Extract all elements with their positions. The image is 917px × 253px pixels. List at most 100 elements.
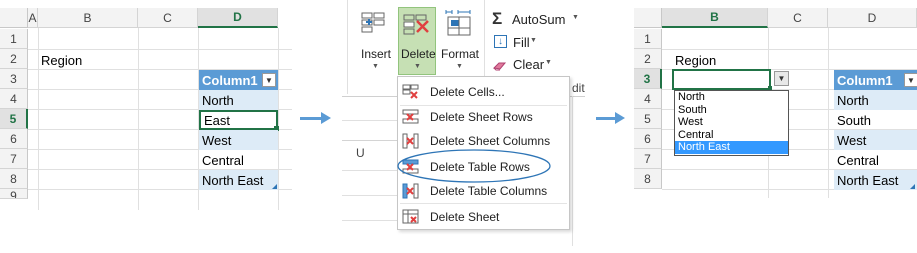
filter-dropdown-icon[interactable]: ▼ [262,73,276,87]
menu-item-delete-sheet-rows[interactable]: Delete Sheet Rows [398,105,569,129]
delete-cells-icon [402,12,432,38]
table-cell[interactable]: North [834,90,917,110]
validation-option[interactable]: North [675,91,788,104]
grid-line [342,120,397,121]
select-all-corner[interactable] [634,8,662,28]
col-header-c[interactable]: C [138,8,198,28]
col-header-d[interactable]: D [198,8,278,28]
grid-line [342,195,397,196]
row-header-4[interactable]: 4 [0,89,28,109]
table-resize-handle[interactable] [272,184,277,189]
grid-line [342,220,397,221]
menu-separator [400,203,567,204]
fill-button[interactable]: Fill [513,35,530,50]
active-cell[interactable]: East [199,110,278,130]
menu-item-delete-cells[interactable]: Delete Cells... [398,80,569,104]
table-header-label: Column1 [202,72,258,88]
grid-line [828,28,829,198]
column-header-fragment: U [356,146,365,160]
menu-item-label: Delete Sheet Rows [430,110,533,124]
grid-line [342,140,397,141]
table-cell[interactable]: North [199,90,278,110]
row-header-7[interactable]: 7 [0,149,28,169]
fill-dropdown-icon[interactable]: ▼ [530,37,537,44]
table-cell[interactable]: Central [834,150,917,170]
editing-group-label: dit [572,81,585,95]
row-header-2[interactable]: 2 [634,49,662,69]
col-header-d[interactable]: D [828,8,917,28]
row-header-5[interactable]: 5 [0,109,28,129]
row-header-2[interactable]: 2 [0,49,28,69]
menu-item-label: Delete Table Columns [430,184,548,198]
clear-button[interactable]: Clear [513,57,544,72]
row-header-8[interactable]: 8 [634,169,662,189]
row-header-9[interactable]: 9 [0,189,28,199]
flow-arrowhead-2 [615,112,625,124]
row-header-6[interactable]: 6 [634,129,662,149]
row-header-5[interactable]: 5 [634,109,662,129]
validation-option-selected[interactable]: North East [675,141,788,154]
format-dropdown-icon[interactable]: ▼ [456,63,463,70]
row-header-3[interactable]: 3 [634,69,662,89]
grid-line [138,28,139,210]
table-resize-handle[interactable] [910,184,915,189]
table-cell[interactable]: North East [199,170,278,190]
row-header-7[interactable]: 7 [634,149,662,169]
row-header-1[interactable]: 1 [0,29,28,49]
menu-item-label: Delete Sheet Columns [430,134,551,148]
region-label[interactable]: Region [672,50,768,70]
highlight-ellipse [397,149,551,183]
table-cell[interactable]: South [834,110,917,130]
select-all-corner[interactable] [0,8,28,28]
insert-cells-icon [360,10,390,38]
col-header-c[interactable]: C [768,8,828,28]
eraser-icon [492,58,507,71]
flow-arrow-1 [300,117,322,120]
col-header-b[interactable]: B [38,8,138,28]
left-spreadsheet: A B C D 1 2 3 4 5 6 7 8 9 Region Column1… [0,8,292,210]
region-label[interactable]: Region [38,50,138,70]
flow-arrowhead-1 [321,112,331,124]
table-header-label: Column1 [837,72,893,88]
col-header-a[interactable]: A [28,8,38,28]
right-spreadsheet: B C D 1 2 3 4 5 6 7 8 Region ▼ North Sou… [634,8,917,198]
grid-line [278,28,279,210]
validation-list: North South West Central North East [674,90,789,156]
insert-dropdown-icon[interactable]: ▼ [372,63,379,70]
validation-option[interactable]: South [675,104,788,117]
insert-button[interactable]: Insert [361,47,391,61]
flow-arrow-2 [596,117,616,120]
fill-down-icon: ↓ [494,35,507,48]
table-cell[interactable]: West [199,130,278,150]
table-cell[interactable]: Central [199,150,278,170]
delete-rows-menu-icon [402,109,420,125]
ribbon-divider [347,0,348,94]
row-header-8[interactable]: 8 [0,169,28,189]
validation-dropdown-icon[interactable]: ▼ [774,71,789,86]
autosum-button[interactable]: AutoSum [512,12,565,27]
row-header-1[interactable]: 1 [634,29,662,49]
menu-item-delete-sheet[interactable]: Delete Sheet [398,205,569,229]
delete-button-label: Delete [401,47,436,61]
filter-dropdown-icon[interactable]: ▼ [904,73,917,87]
row-header-3[interactable]: 3 [0,69,28,89]
menu-item-label: Delete Cells... [430,85,505,99]
row-header-4[interactable]: 4 [634,89,662,109]
validation-option[interactable]: Central [675,129,788,142]
col-header-b[interactable]: B [662,8,768,28]
format-button[interactable]: Format [441,47,479,61]
delete-cells-menu-icon [402,84,420,100]
validation-option[interactable]: West [675,116,788,129]
menu-item-label: Delete Sheet [430,210,500,224]
delete-sheet-menu-icon [402,209,420,225]
grid-line [572,96,573,246]
autosum-dropdown-icon[interactable]: ▼ [572,14,579,21]
table-cell[interactable]: West [834,130,917,150]
delete-dropdown-icon: ▼ [414,63,421,70]
format-cells-icon [444,10,474,38]
validation-active-cell[interactable] [672,69,771,90]
row-header-6[interactable]: 6 [0,129,28,149]
clear-dropdown-icon[interactable]: ▼ [545,59,552,66]
table-cell[interactable]: North East [834,170,917,190]
sigma-icon: Σ [492,9,503,28]
